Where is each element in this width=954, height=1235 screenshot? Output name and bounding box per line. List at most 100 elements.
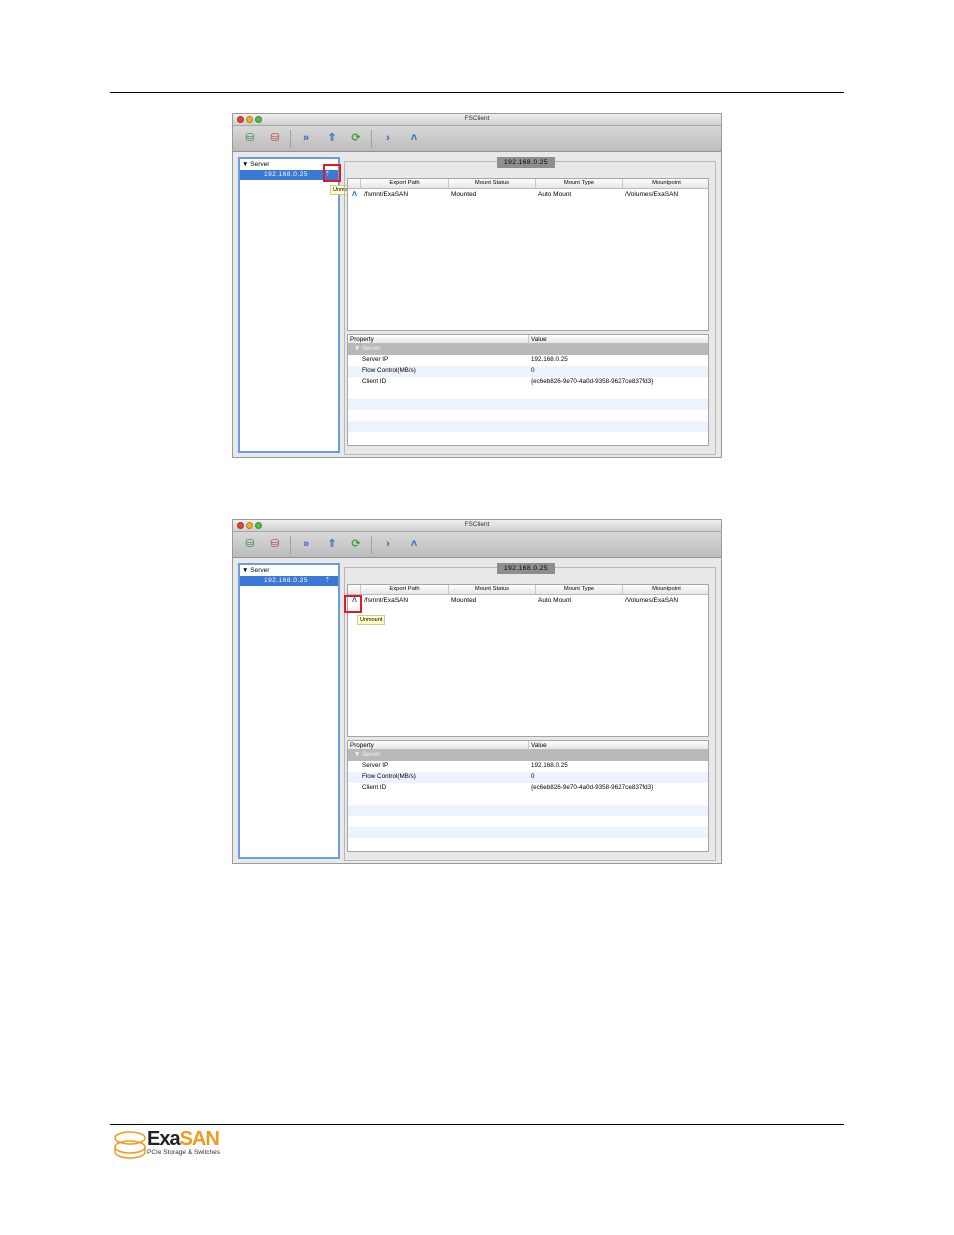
- header-rule: [110, 92, 844, 93]
- column-header[interactable]: Value: [531, 336, 547, 343]
- sidebar-header[interactable]: ▼ Server: [242, 161, 269, 168]
- mount-status: Mounted: [451, 191, 477, 198]
- unmount-all-icon[interactable]: ⇡: [323, 576, 332, 586]
- add-server-icon[interactable]: ⛁: [241, 536, 259, 552]
- property-name: Server IP: [362, 762, 389, 769]
- unmount-all-icon[interactable]: ⇑: [323, 130, 341, 146]
- property-table: Property Value ▼ Server Server IP 192.16…: [347, 740, 709, 852]
- table-row[interactable]: Flow Control(MB/s) 0: [348, 772, 708, 783]
- empty-row: [348, 399, 708, 410]
- disk-stack-icon: [114, 1131, 146, 1159]
- group-name: Server: [361, 751, 381, 758]
- table-row[interactable]: ˄ /fsmnt/ExaSAN Mounted Auto Mount /Volu…: [348, 595, 708, 606]
- column-header[interactable]: Mount Status: [448, 585, 535, 594]
- property-value: {ec6eb826-9e70-4a0d-9358-9627ce837fd3}: [531, 784, 654, 791]
- fsclient-window-2: FSClient ⛁ ⛁ » ⇑ ⟳ › ˄ ▼ Server 192.168.…: [232, 519, 722, 864]
- mountpoint: /Volumes/ExaSAN: [625, 597, 679, 604]
- brand-part-san: SAN: [179, 1128, 220, 1150]
- property-value: 0: [531, 367, 535, 374]
- property-value: 192.168.0.25: [531, 356, 568, 363]
- property-name: Flow Control(MB/s): [362, 773, 416, 780]
- refresh-icon[interactable]: ⟳: [347, 536, 365, 552]
- window-title: FSClient: [464, 115, 490, 122]
- mount-type: Auto Mount: [538, 597, 572, 604]
- column-divider: [528, 335, 529, 344]
- window-title: FSClient: [464, 521, 490, 528]
- sidebar-header-label: Server: [250, 161, 270, 168]
- column-header[interactable]: Property: [350, 336, 374, 343]
- unmount-all-icon[interactable]: ⇑: [323, 536, 341, 552]
- toolbar: ⛁ ⛁ » ⇑ ⟳ › ˄: [233, 532, 721, 558]
- toolbar-separator: [371, 130, 372, 148]
- remove-server-icon[interactable]: ⛁: [266, 130, 284, 146]
- property-group-row[interactable]: ▼ Server: [348, 750, 708, 761]
- mount-all-icon[interactable]: »: [297, 130, 315, 146]
- footer-rule: [110, 1124, 844, 1125]
- mount-icon[interactable]: ›: [379, 536, 397, 552]
- refresh-icon[interactable]: ⟳: [347, 130, 365, 146]
- sidebar-item-server[interactable]: 192.168.0.25 ⇡: [240, 576, 338, 586]
- brand-part-exa: Exa: [147, 1128, 181, 1150]
- unmount-icon[interactable]: ˄: [405, 130, 423, 146]
- mount-table-header: Export Path Mount Status Mount Type Moun…: [348, 585, 708, 595]
- server-sidebar: ▼ Server 192.168.0.25 ⇡: [238, 157, 340, 453]
- group-label: ▼ Server: [354, 751, 381, 758]
- mount-all-icon[interactable]: »: [297, 536, 315, 552]
- mount-icon[interactable]: ›: [379, 130, 397, 146]
- table-row[interactable]: Server IP 192.168.0.25: [348, 761, 708, 772]
- column-header[interactable]: Export Path: [360, 179, 448, 188]
- title-bar: FSClient: [233, 520, 721, 532]
- property-value: {ec6eb826-9e70-4a0d-9358-9627ce837fd3}: [531, 378, 654, 385]
- column-header[interactable]: Property: [350, 742, 374, 749]
- column-header[interactable]: Export Path: [360, 585, 448, 594]
- mount-table-header: Export Path Mount Status Mount Type Moun…: [348, 179, 708, 189]
- column-header[interactable]: Value: [531, 742, 547, 749]
- sidebar-header[interactable]: ▼ Server: [242, 567, 269, 574]
- group-title: 192.168.0.25: [497, 157, 555, 168]
- column-header[interactable]: Mount Type: [535, 585, 622, 594]
- mount-table: Export Path Mount Status Mount Type Moun…: [347, 178, 709, 331]
- table-row[interactable]: ˄ /fsmnt/ExaSAN Mounted Auto Mount /Volu…: [348, 189, 708, 200]
- property-value: 0: [531, 773, 535, 780]
- property-table-header: Property Value: [348, 741, 708, 750]
- group-name: Server: [361, 345, 381, 352]
- column-header[interactable]: Mount Status: [448, 179, 535, 188]
- toolbar-separator: [290, 130, 291, 148]
- property-group-row[interactable]: ▼ Server: [348, 344, 708, 355]
- add-server-icon[interactable]: ⛁: [241, 130, 259, 146]
- fsclient-window-1: FSClient ⛁ ⛁ » ⇑ ⟳ › ˄ ▼ Server 192.168.…: [232, 113, 722, 458]
- sidebar-item-label: 192.168.0.25: [264, 577, 308, 584]
- property-value: 192.168.0.25: [531, 762, 568, 769]
- column-header[interactable]: Mountpoint: [622, 179, 710, 188]
- property-name: Client ID: [362, 378, 387, 385]
- table-row[interactable]: Server IP 192.168.0.25: [348, 355, 708, 366]
- property-table-header: Property Value: [348, 335, 708, 344]
- toolbar-separator: [371, 536, 372, 554]
- toolbar-separator: [290, 536, 291, 554]
- group-title: 192.168.0.25: [497, 563, 555, 574]
- toolbar: ⛁ ⛁ » ⇑ ⟳ › ˄: [233, 126, 721, 152]
- table-row[interactable]: Client ID {ec6eb826-9e70-4a0d-9358-9627c…: [348, 377, 708, 388]
- empty-row: [348, 805, 708, 816]
- unmount-icon[interactable]: ˄: [405, 536, 423, 552]
- remove-server-icon[interactable]: ⛁: [266, 536, 284, 552]
- mount-table: Export Path Mount Status Mount Type Moun…: [347, 584, 709, 737]
- unmount-icon[interactable]: ˄: [350, 189, 359, 199]
- property-table: Property Value ▼ Server Server IP 192.16…: [347, 334, 709, 446]
- sidebar-header-label: Server: [250, 567, 270, 574]
- server-sidebar: ▼ Server 192.168.0.25 ⇡: [238, 563, 340, 859]
- mount-status: Mounted: [451, 597, 477, 604]
- table-row[interactable]: Flow Control(MB/s) 0: [348, 366, 708, 377]
- column-header[interactable]: Mountpoint: [622, 585, 710, 594]
- column-divider: [528, 741, 529, 750]
- highlight-box: [323, 164, 341, 182]
- sidebar-item-label: 192.168.0.25: [264, 171, 308, 178]
- property-name: Server IP: [362, 356, 389, 363]
- export-path: /fsmnt/ExaSAN: [364, 597, 409, 604]
- export-path: /fsmnt/ExaSAN: [364, 191, 409, 198]
- column-header[interactable]: Mount Type: [535, 179, 622, 188]
- empty-row: [348, 827, 708, 838]
- brand-tagline: PCIe Storage & Switches: [147, 1149, 220, 1156]
- property-name: Flow Control(MB/s): [362, 367, 416, 374]
- table-row[interactable]: Client ID {ec6eb826-9e70-4a0d-9358-9627c…: [348, 783, 708, 794]
